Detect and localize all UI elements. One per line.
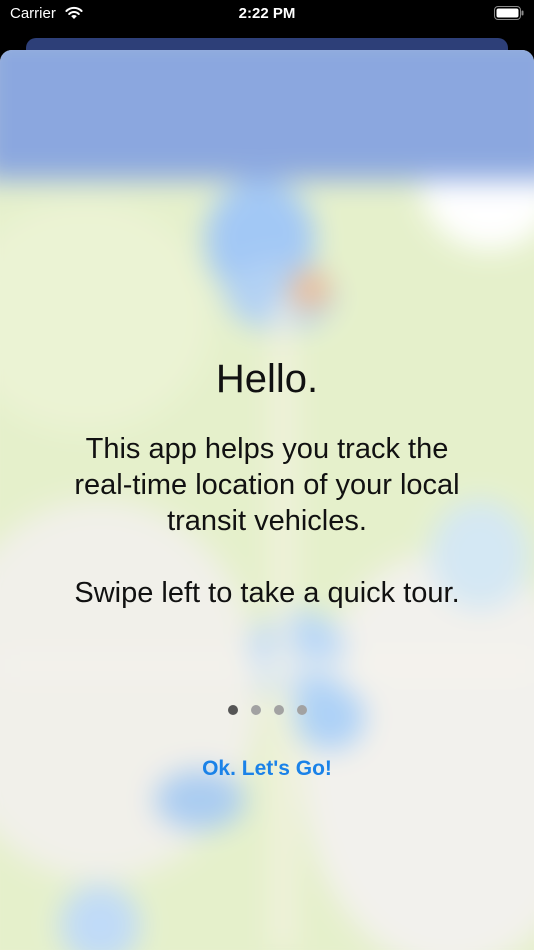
onboarding-description: This app helps you track the real-time l… [74,433,460,537]
ok-lets-go-button[interactable]: Ok. Let's Go! [0,757,534,781]
battery-icon [494,6,524,20]
page-dot-4[interactable] [296,705,307,715]
page-dot-1[interactable] [227,705,238,715]
clock: 2:22 PM [238,5,296,22]
onboarding-instruction: Swipe left to take a quick tour. [74,577,460,609]
page-dot-2[interactable] [250,705,261,715]
page-dot-3[interactable] [273,705,284,715]
page-indicator[interactable] [0,705,534,715]
onboarding-sheet[interactable]: Hello. This app helps you track the real… [0,50,534,950]
status-bar: Carrier 2:22 PM [0,0,534,30]
onboarding-title: Hello. [215,357,319,401]
onboarding-content: Hello. This app helps you track the real… [0,350,534,611]
